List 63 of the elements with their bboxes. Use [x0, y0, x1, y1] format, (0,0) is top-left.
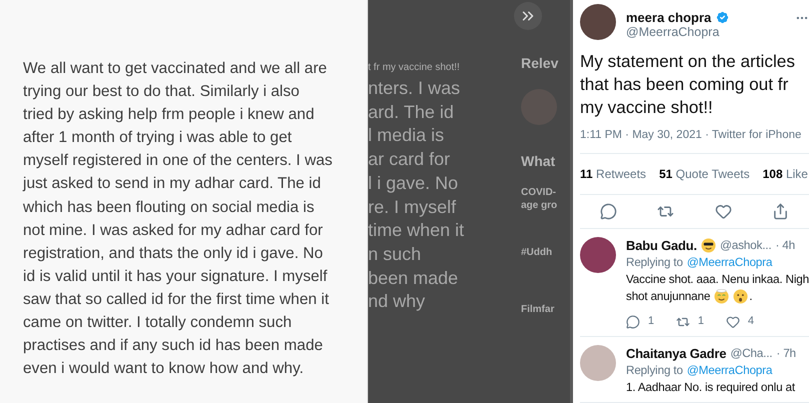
replying-label: Replying to: [626, 254, 683, 271]
statement-text: l media is: [368, 124, 446, 148]
expand-button[interactable]: [514, 2, 542, 30]
reply-text: shot anujunnane: [626, 288, 710, 305]
statement-text: id is valid until it has your signature. I myself: [23, 266, 328, 287]
statement-text: came on twitter. I totally condemn such: [23, 313, 293, 334]
reply-icon[interactable]: [600, 203, 618, 220]
trend-topic[interactable]: #Uddh: [521, 247, 570, 258]
like-count: 4: [748, 314, 754, 329]
user-name[interactable]: Chaitanya Gadre: [626, 345, 726, 362]
tweet-text: My statement on the articles that has been coming out fr my vaccine shot!!: [580, 50, 796, 119]
statement-text: myself registered in one of the centers. I was: [23, 151, 334, 172]
like-icon[interactable]: [726, 314, 740, 328]
user-name[interactable]: Babu Gadu.: [626, 237, 697, 254]
statement-text: practises and if any such id has been made: [23, 336, 324, 356]
user-handle[interactable]: @Cha...: [730, 345, 772, 362]
statement-text: not mine. I was asked for my adhar card for: [23, 220, 324, 241]
user-handle[interactable]: @MeerraChopra: [626, 25, 809, 39]
avatar[interactable]: [580, 237, 616, 273]
statement-text: trying our best to do that. Similarly i also: [23, 82, 300, 102]
tweet-timestamp: 1:11 PM · May 30, 2021 · Twitter for iPhone: [580, 129, 809, 154]
reply-time: · 4h: [775, 237, 795, 254]
statement-text: even i would want to know how and why.: [23, 359, 305, 380]
tweet-caption: t fr my vaccine shot!!: [368, 62, 461, 73]
avatar[interactable]: [580, 4, 616, 40]
statement-text: which has been flouting on social media is: [23, 198, 316, 218]
reply-time: · 7h: [776, 345, 796, 362]
statement-text: just asked to send in my adhar card. The id: [23, 174, 322, 194]
sidebar-heading: What: [521, 153, 556, 169]
statement-text: l i gave. No: [368, 172, 460, 195]
statement-text: nd why: [368, 290, 426, 314]
statement-text: after 1 month of trying i was able to get: [23, 128, 293, 148]
stat-link[interactable]: 51 Quote Tweets: [659, 167, 750, 181]
statement-text: n such: [368, 242, 422, 266]
trend-topic[interactable]: COVID-: [521, 187, 570, 198]
user-name[interactable]: meera chopra: [626, 10, 712, 25]
user-handle[interactable]: @ashok...: [720, 237, 772, 254]
statement-text: re. I myself: [368, 196, 458, 219]
statement-text: registration, and thats the only id i gave. No: [23, 244, 324, 264]
like-icon[interactable]: [714, 203, 732, 220]
mention-link[interactable]: @MeerraChopra: [686, 362, 772, 379]
reply-icon[interactable]: [626, 314, 640, 328]
statement-text: time when it: [368, 219, 466, 242]
statement-text: ar card for: [368, 148, 452, 172]
replying-label: Replying to: [626, 362, 683, 379]
reply-text: Vaccine shot. aaa. Nenu inkaa. Nigh: [626, 271, 809, 288]
stat-link[interactable]: 11 Retweets: [580, 167, 646, 181]
share-icon[interactable]: [772, 203, 789, 220]
statement-text: been made: [368, 266, 460, 290]
mention-link[interactable]: @MeerraChopra: [686, 254, 772, 271]
statement-text: saw that so called id for the first time when it: [23, 290, 330, 310]
statement-text: We all want to get vaccinated and we all are: [23, 59, 328, 79]
statement-text: nters. I was: [368, 77, 462, 100]
reply-text: .: [749, 288, 752, 305]
stat-link[interactable]: 108 Like: [762, 167, 808, 181]
statement-text: ard. The id: [368, 100, 455, 124]
reply-count: 1: [648, 314, 654, 329]
statement-text: tried by asking help frm people i knew and: [23, 105, 316, 126]
trend-topic[interactable]: Filmfar: [521, 304, 570, 315]
trend-topic[interactable]: age gro: [521, 200, 570, 211]
retweet-count: 1: [698, 314, 704, 329]
sidebar-heading: Relev: [521, 55, 560, 71]
reply-text: 1. Aadhaar No. is required onlu at: [626, 379, 795, 396]
